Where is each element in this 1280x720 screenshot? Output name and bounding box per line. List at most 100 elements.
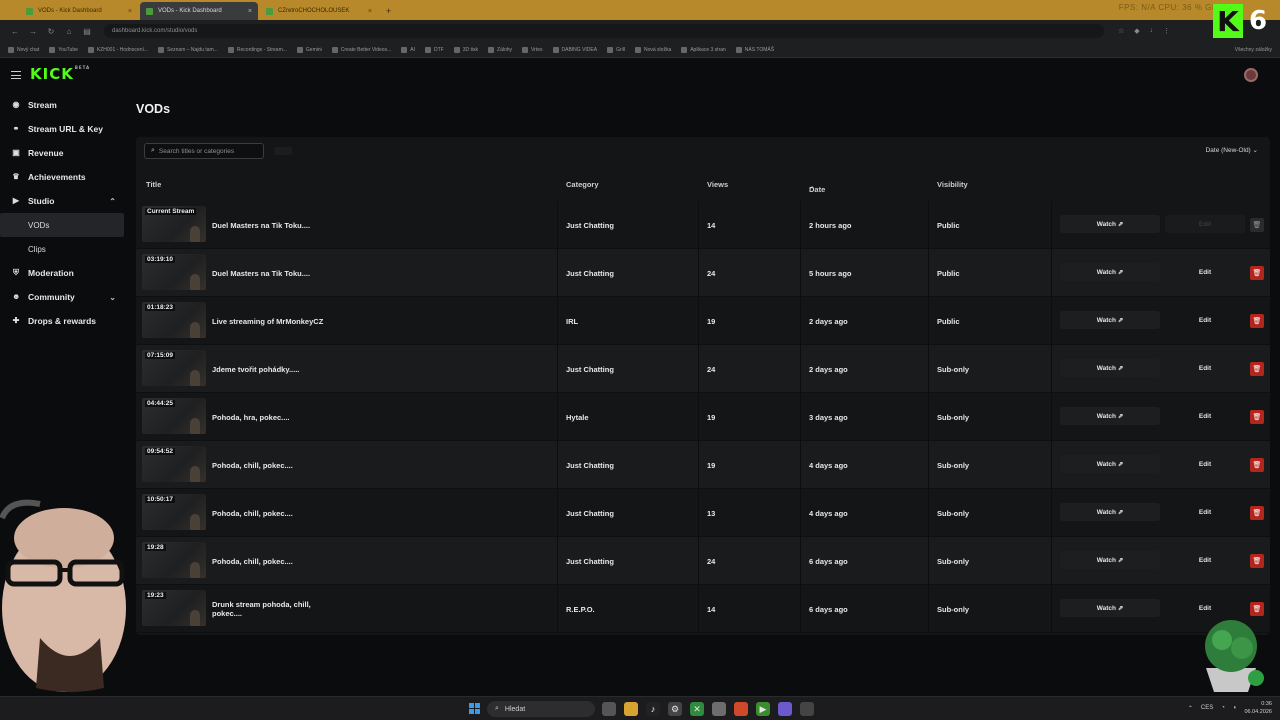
- chatgpt-icon[interactable]: [712, 702, 726, 716]
- col-category[interactable]: Category: [566, 180, 599, 189]
- bookmark-item[interactable]: Grill: [607, 46, 625, 53]
- sidebar-item-clips[interactable]: Clips: [0, 237, 124, 261]
- lang-indicator[interactable]: CES: [1201, 705, 1213, 711]
- wifi-icon[interactable]: ◔: [1221, 705, 1225, 711]
- taskbar-search[interactable]: ⌕ Hledat: [487, 701, 595, 717]
- close-icon[interactable]: ×: [368, 8, 372, 15]
- watch-button[interactable]: Watch ⇗: [1060, 311, 1160, 329]
- close-icon[interactable]: ×: [248, 8, 252, 15]
- vod-thumbnail[interactable]: 04:44:25: [142, 398, 206, 434]
- bookmark-item[interactable]: Zálohy: [488, 46, 512, 53]
- vod-thumbnail[interactable]: 07:15:09: [142, 350, 206, 386]
- edit-button[interactable]: Edit: [1165, 455, 1245, 473]
- vod-visibility[interactable]: Sub-only: [937, 393, 969, 441]
- settings-icon[interactable]: ⚙: [668, 702, 682, 716]
- vod-visibility[interactable]: Sub-only: [937, 537, 969, 585]
- home-icon[interactable]: ⌂: [60, 27, 78, 36]
- vod-thumbnail[interactable]: 03:19:10: [142, 254, 206, 290]
- edit-button[interactable]: Edit: [1165, 215, 1245, 233]
- vod-thumbnail[interactable]: 10:50:17: [142, 494, 206, 530]
- sidebar-item-studio[interactable]: ▶ Studio ⌃: [0, 189, 124, 213]
- avatar[interactable]: [1244, 68, 1258, 82]
- sidebar-item-vods[interactable]: VODs: [0, 213, 124, 237]
- vod-title[interactable]: Jdeme tvořit pohádky.....: [212, 345, 332, 393]
- vod-title[interactable]: Pohoda, hra, pokec....: [212, 393, 332, 441]
- sidebar-item-revenue[interactable]: ▣ Revenue: [0, 141, 124, 165]
- vod-visibility[interactable]: Public: [937, 297, 960, 345]
- play-icon[interactable]: ▶: [756, 702, 770, 716]
- col-visibility[interactable]: Visibility: [937, 180, 968, 189]
- edit-button[interactable]: Edit: [1165, 311, 1245, 329]
- delete-button[interactable]: 🗑: [1250, 410, 1264, 424]
- new-tab-icon[interactable]: +: [386, 2, 391, 20]
- edit-button[interactable]: Edit: [1165, 503, 1245, 521]
- bookmark-item[interactable]: Nová složka: [634, 46, 671, 53]
- vod-title[interactable]: Drunk stream pohoda, chill, pokec....: [212, 585, 332, 633]
- watch-button[interactable]: Watch ⇗: [1060, 407, 1160, 425]
- chevron-down-icon[interactable]: ⌄: [109, 293, 116, 302]
- file-explorer-icon[interactable]: [624, 702, 638, 716]
- vod-thumbnail[interactable]: Current Stream: [142, 206, 206, 242]
- browser-tab[interactable]: VODs - Kick Dashboard ×: [140, 2, 258, 20]
- sidebar-item-achievements[interactable]: ♛ Achievements: [0, 165, 124, 189]
- kick-logo[interactable]: KICKBETA: [30, 65, 90, 83]
- clock[interactable]: 0:36 06.04.2026: [1244, 700, 1272, 716]
- sidebar-item-stream[interactable]: ◉ Stream: [0, 93, 124, 117]
- vod-visibility[interactable]: Public: [937, 201, 960, 249]
- vod-thumbnail[interactable]: 19:23: [142, 590, 206, 626]
- forward-icon[interactable]: →: [24, 27, 42, 36]
- bookmark-item[interactable]: Seznam – Najdu tam...: [158, 46, 218, 53]
- bookmark-item[interactable]: Nový chat: [8, 46, 39, 53]
- edit-button[interactable]: Edit: [1165, 551, 1245, 569]
- edit-button[interactable]: Edit: [1165, 407, 1245, 425]
- bookmark-item[interactable]: Vrtes: [522, 46, 543, 53]
- vod-title[interactable]: Live streaming of MrMonkeyCZ: [212, 297, 332, 345]
- chevron-up-icon[interactable]: ⌃: [1188, 705, 1193, 712]
- delete-button[interactable]: 🗑: [1250, 602, 1264, 616]
- vod-visibility[interactable]: Public: [937, 249, 960, 297]
- browser-tab[interactable]: VODs - Kick Dashboard ×: [20, 2, 138, 20]
- extension-icon[interactable]: ◆: [1134, 27, 1139, 35]
- browser-tab[interactable]: CZretroCHOCHOLOUSEK ×: [260, 2, 378, 20]
- delete-button[interactable]: 🗑: [1250, 506, 1264, 520]
- delete-button[interactable]: 🗑: [1250, 218, 1264, 232]
- url-field[interactable]: dashboard.kick.com/studio/vods: [104, 24, 1104, 38]
- task-view-icon[interactable]: [602, 702, 616, 716]
- edit-button[interactable]: Edit: [1165, 359, 1245, 377]
- windows-start-icon[interactable]: [469, 703, 480, 714]
- all-bookmarks[interactable]: Všechny záložky: [1235, 47, 1272, 53]
- bookmark-item[interactable]: NÁS TOMÁŠ: [735, 46, 774, 53]
- sidepanel-icon[interactable]: ▤: [78, 27, 96, 36]
- vod-visibility[interactable]: Sub-only: [937, 345, 969, 393]
- bookmark-item[interactable]: DABING VIDEA: [552, 46, 597, 53]
- delete-button[interactable]: 🗑: [1250, 266, 1264, 280]
- col-title[interactable]: Title: [146, 180, 161, 189]
- chrome-icon[interactable]: [734, 702, 748, 716]
- bookmark-item[interactable]: 3D tisk: [453, 46, 478, 53]
- watch-button[interactable]: Watch ⇗: [1060, 215, 1160, 233]
- reload-icon[interactable]: ↻: [42, 27, 60, 36]
- vod-title[interactable]: Duel Masters na Tik Toku....: [212, 249, 332, 297]
- watch-button[interactable]: Watch ⇗: [1060, 503, 1160, 521]
- vod-thumbnail[interactable]: 09:54:52: [142, 446, 206, 482]
- discord-icon[interactable]: [778, 702, 792, 716]
- sidebar-item-moderation[interactable]: ⛨ Moderation: [0, 261, 124, 285]
- watch-button[interactable]: Watch ⇗: [1060, 263, 1160, 281]
- sidebar-item-community[interactable]: ☻ Community ⌄: [0, 285, 124, 309]
- xbox-icon[interactable]: ✕: [690, 702, 704, 716]
- volume-icon[interactable]: ◖: [1233, 705, 1237, 711]
- download-icon[interactable]: ↓: [1150, 27, 1154, 35]
- bookmark-item[interactable]: Recordings - Stream...: [227, 46, 287, 53]
- vod-visibility[interactable]: Sub-only: [937, 441, 969, 489]
- vod-title[interactable]: Pohoda, chill, pokec....: [212, 489, 332, 537]
- edit-button[interactable]: Edit: [1165, 599, 1245, 617]
- vod-thumbnail[interactable]: 01:18:23: [142, 302, 206, 338]
- tiktok-icon[interactable]: ♪: [646, 702, 660, 716]
- delete-button[interactable]: 🗑: [1250, 314, 1264, 328]
- watch-button[interactable]: Watch ⇗: [1060, 359, 1160, 377]
- vod-thumbnail[interactable]: 19:28: [142, 542, 206, 578]
- delete-button[interactable]: 🗑: [1250, 554, 1264, 568]
- sidebar-item-drops-rewards[interactable]: ✚ Drops & rewards: [0, 309, 124, 333]
- vod-visibility[interactable]: Sub-only: [937, 585, 969, 633]
- bookmark-item[interactable]: KZH001 - Hodnocení...: [87, 46, 148, 53]
